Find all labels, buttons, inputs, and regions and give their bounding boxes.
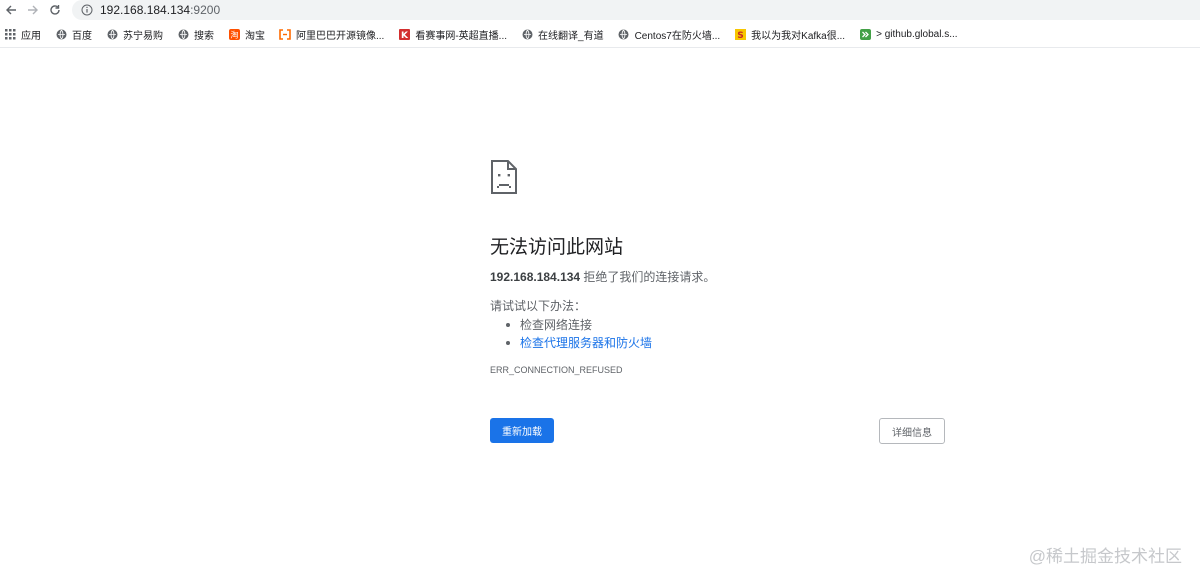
svg-text:淘: 淘 bbox=[230, 29, 238, 39]
bookmark-search[interactable]: 搜索 bbox=[173, 25, 218, 43]
bookmark-suning[interactable]: 苏宁易购 bbox=[102, 25, 167, 43]
globe-icon bbox=[521, 28, 533, 40]
globe-icon bbox=[618, 28, 630, 40]
k-logo-icon: K bbox=[398, 28, 410, 40]
forward-button[interactable] bbox=[24, 1, 42, 19]
globe-icon bbox=[177, 28, 189, 40]
bookmark-youdao[interactable]: 在线翻译_有道 bbox=[517, 25, 608, 43]
address-bar[interactable]: 192.168.184.134:9200 bbox=[72, 0, 1200, 20]
url-text: 192.168.184.134:9200 bbox=[100, 3, 220, 17]
url-port: :9200 bbox=[190, 3, 221, 17]
bookmark-label: 看赛事网-英超直播... bbox=[415, 30, 508, 42]
aliyun-icon bbox=[279, 28, 291, 40]
bookmark-aliyun-mirror[interactable]: 阿里巴巴开源镜像... bbox=[275, 25, 388, 43]
reload-button[interactable] bbox=[46, 1, 64, 19]
reload-icon bbox=[50, 5, 60, 15]
watermark: @稀土掘金技术社区 bbox=[1028, 547, 1182, 566]
bookmark-kafka[interactable]: S 我以为我对Kafka很... bbox=[730, 25, 849, 43]
reload-page-button[interactable]: 重新加载 bbox=[490, 418, 554, 443]
svg-text:S: S bbox=[737, 31, 743, 40]
bullet bbox=[506, 322, 510, 327]
bookmark-label: 苏宁易购 bbox=[123, 30, 163, 42]
bookmark-github-global[interactable]: > github.global.s... bbox=[855, 25, 961, 43]
error-description: 192.168.184.134 拒绝了我们的连接请求。 bbox=[490, 268, 715, 285]
apps-grid-icon bbox=[4, 28, 16, 40]
url-host: 192.168.184.134 bbox=[100, 3, 191, 17]
suggestion-label[interactable]: 检查代理服务器和防火墙 bbox=[520, 334, 652, 351]
globe-icon bbox=[55, 28, 67, 40]
browser-toolbar: 192.168.184.134:9200 bbox=[0, 0, 1200, 20]
bookmark-label: 阿里巴巴开源镜像... bbox=[296, 30, 385, 42]
info-icon[interactable] bbox=[80, 3, 94, 17]
error-content: 无法访问此网站 192.168.184.134 拒绝了我们的连接请求。 请试试以… bbox=[490, 160, 950, 444]
bookmark-kanshishi[interactable]: K 看赛事网-英超直播... bbox=[394, 25, 511, 43]
suggestion-label: 检查网络连接 bbox=[520, 318, 593, 332]
suggestion-check-proxy-firewall-link[interactable]: 检查代理服务器和防火墙 bbox=[506, 334, 652, 351]
bookmark-label: > github.global.s... bbox=[876, 28, 958, 40]
error-desc-suffix: 拒绝了我们的连接请求。 bbox=[580, 270, 716, 284]
sad-document-icon bbox=[491, 160, 517, 194]
back-button[interactable] bbox=[2, 1, 20, 19]
svg-text:K: K bbox=[401, 30, 409, 39]
error-code: ERR_CONNECTION_REFUSED bbox=[490, 365, 623, 375]
arrow-right-icon bbox=[28, 5, 38, 15]
toolbar-divider bbox=[0, 47, 1200, 48]
error-host: 192.168.184.134 bbox=[490, 270, 581, 284]
globe-icon bbox=[106, 28, 118, 40]
suggestion-check-network: 检查网络连接 bbox=[506, 316, 592, 333]
bookmark-label: 淘宝 bbox=[245, 30, 265, 42]
arrow-left-icon bbox=[6, 5, 16, 15]
bookmark-taobao[interactable]: 淘 淘宝 bbox=[224, 25, 269, 43]
bookmark-centos7[interactable]: Centos7在防火墙... bbox=[614, 25, 725, 43]
error-title: 无法访问此网站 bbox=[490, 237, 624, 258]
bookmark-label: Centos7在防火墙... bbox=[634, 30, 721, 42]
bookmark-label: 百度 bbox=[72, 30, 92, 42]
forward-arrows-icon bbox=[859, 28, 871, 40]
bookmark-apps[interactable]: 应用 bbox=[0, 25, 45, 43]
bookmark-label: 在线翻译_有道 bbox=[538, 30, 604, 42]
bookmarks-bar: 应用 百度 苏宁易购 搜索 淘 淘宝 阿里巴巴开源镜像... K 看赛事网-英超 bbox=[0, 24, 1200, 44]
s-logo-icon: S bbox=[734, 28, 746, 40]
details-button[interactable]: 详细信息 bbox=[879, 418, 945, 444]
bullet bbox=[506, 340, 510, 345]
try-label: 请试试以下办法： bbox=[490, 299, 587, 313]
bookmark-baidu[interactable]: 百度 bbox=[51, 25, 96, 43]
bookmark-label: 我以为我对Kafka很... bbox=[751, 30, 846, 42]
bookmark-label: 应用 bbox=[21, 30, 41, 42]
taobao-icon: 淘 bbox=[228, 28, 240, 40]
bookmark-label: 搜索 bbox=[194, 30, 214, 42]
